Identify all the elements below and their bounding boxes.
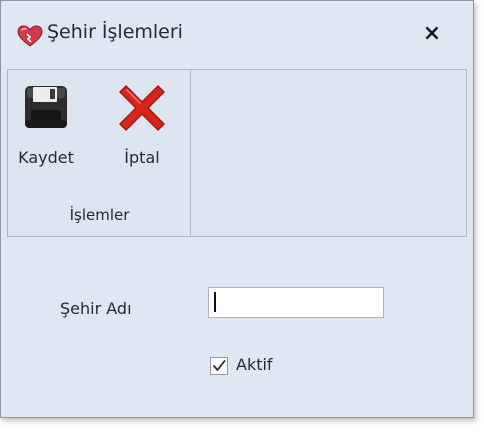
cancel-button-label: İptal [124,148,160,167]
title-bar: Şehir İşlemleri × [1,1,473,67]
save-button-label: Kaydet [18,148,74,167]
ribbon-group-label: İşlemler [69,206,130,224]
close-icon: × [422,21,442,46]
text-caret [214,292,216,312]
city-name-label: Şehir Adı [60,299,132,318]
window-title: Şehir İşlemleri [47,21,183,43]
active-label: Aktif [236,355,273,374]
heart-icon [17,25,43,47]
close-button[interactable]: × [415,19,449,49]
floppy-disk-icon [10,84,82,130]
ribbon: Kaydet İptal İşlemler [7,69,467,237]
ribbon-group-operations: Kaydet İptal İşlemler [8,70,191,236]
city-operations-window: Şehir İşlemleri × Kaydet İptal İşlemler … [0,0,474,418]
red-x-icon [104,84,180,132]
save-button[interactable]: Kaydet [10,78,82,184]
checkmark-icon [213,360,226,371]
cancel-button[interactable]: İptal [104,78,180,184]
checkbox-box[interactable] [210,357,228,375]
city-name-input[interactable] [208,287,384,318]
